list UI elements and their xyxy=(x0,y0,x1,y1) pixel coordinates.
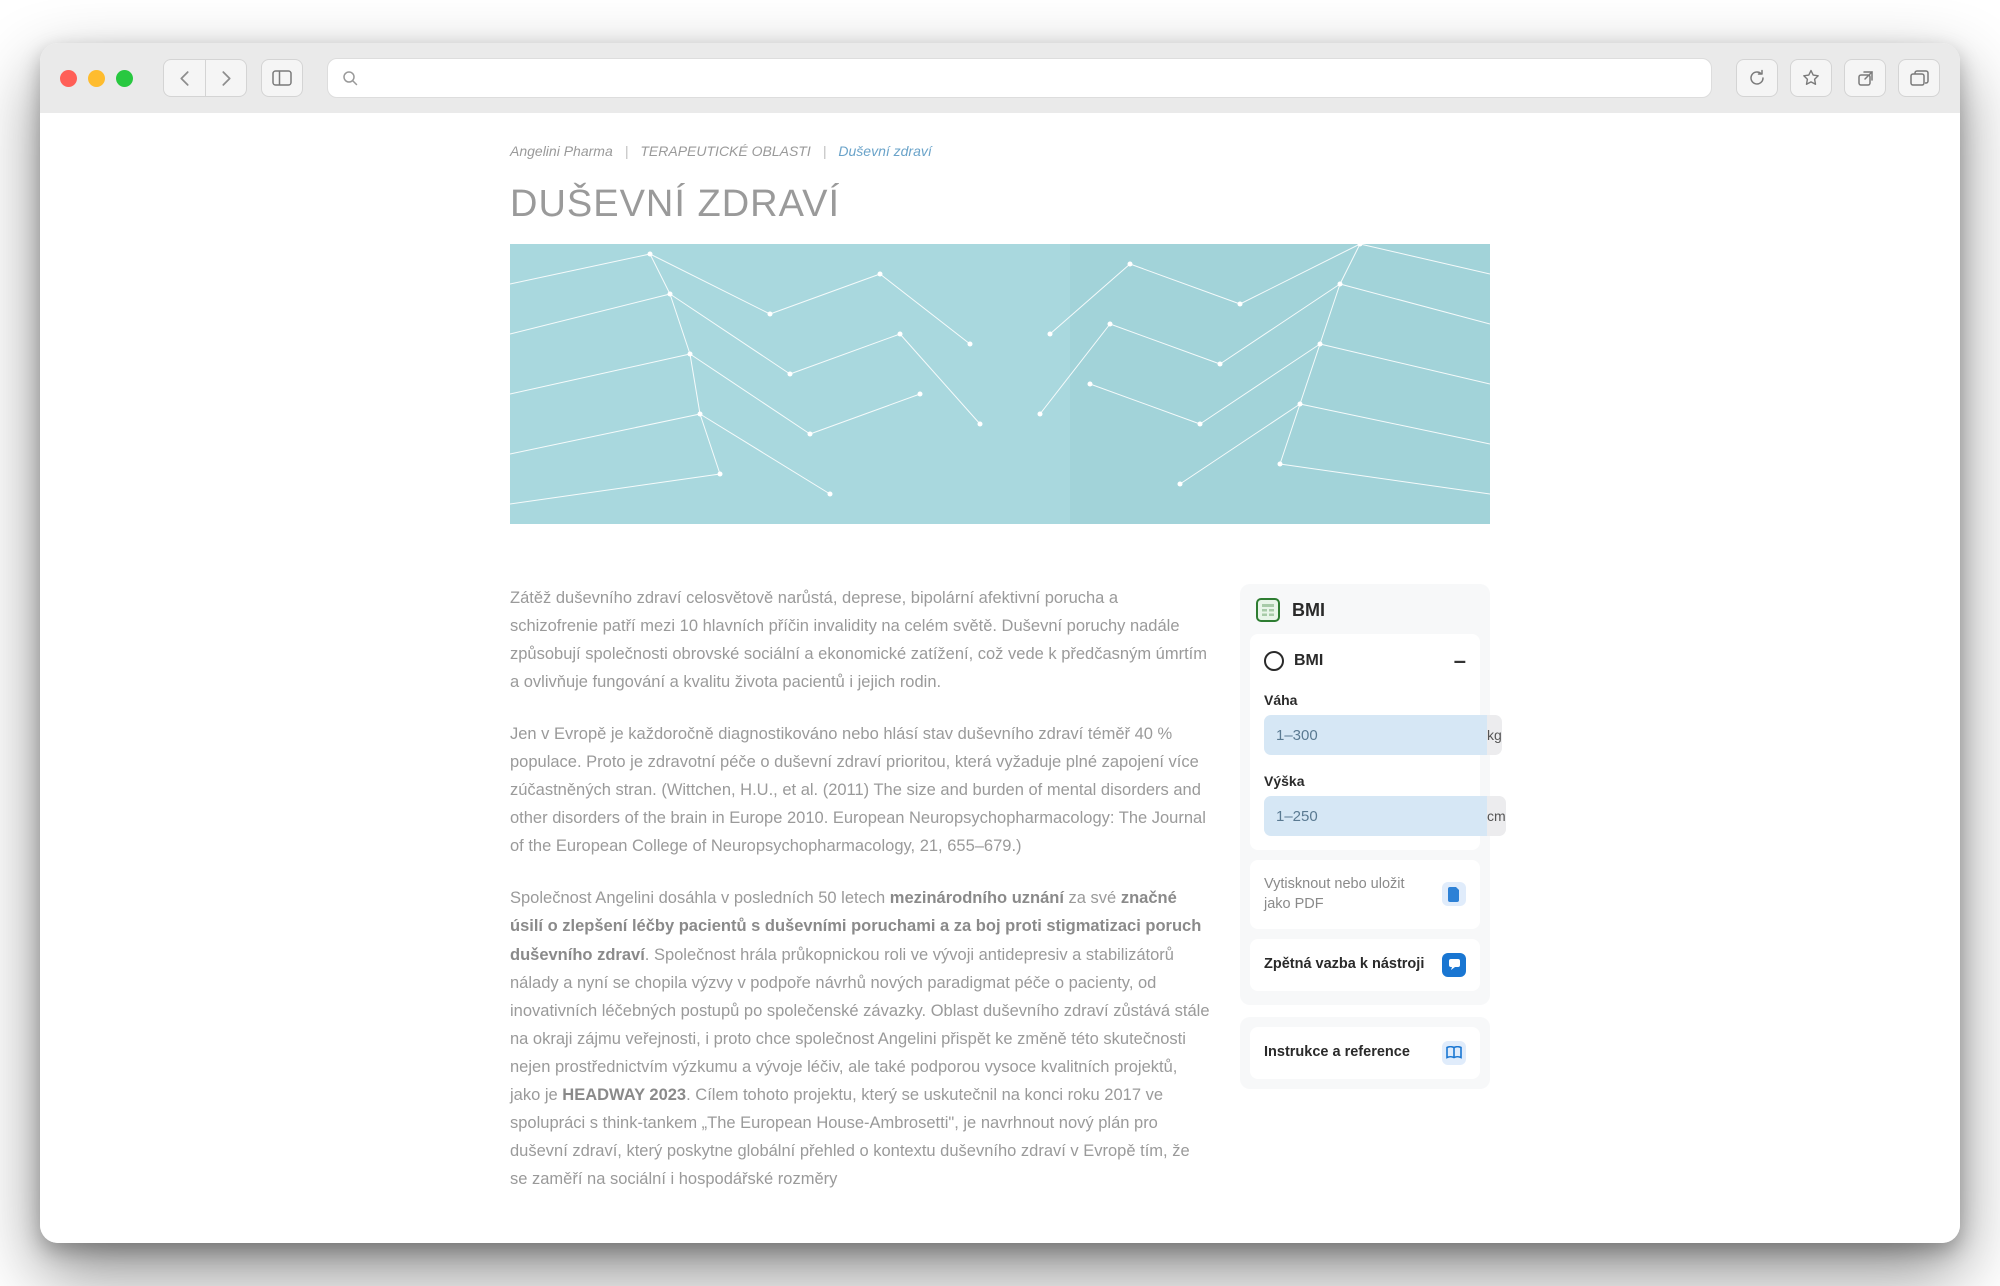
address-bar[interactable] xyxy=(327,58,1712,98)
print-pdf-action[interactable]: Vytisknout nebo uložit jako PDF xyxy=(1250,860,1480,929)
collapse-icon[interactable]: – xyxy=(1454,648,1466,674)
browser-window: Angelini Pharma | TERAPEUTICKÉ OBLASTI |… xyxy=(40,43,1960,1243)
chat-icon xyxy=(1442,953,1466,977)
weight-field-row: kg xyxy=(1264,715,1466,755)
page-title: DUŠEVNÍ ZDRAVÍ xyxy=(510,183,1490,226)
close-window-button[interactable] xyxy=(60,70,77,87)
card-title: BMI xyxy=(1292,600,1325,621)
height-input[interactable] xyxy=(1264,796,1487,836)
window-controls xyxy=(60,70,133,87)
forward-button[interactable] xyxy=(205,59,247,97)
weight-input[interactable] xyxy=(1264,715,1487,755)
instructions-card: Instrukce a reference xyxy=(1240,1017,1490,1089)
page-content: Angelini Pharma | TERAPEUTICKÉ OBLASTI |… xyxy=(510,113,1490,1217)
minimize-window-button[interactable] xyxy=(88,70,105,87)
height-unit: cm xyxy=(1487,796,1506,836)
page-viewport[interactable]: Angelini Pharma | TERAPEUTICKÉ OBLASTI |… xyxy=(40,113,1960,1243)
document-icon xyxy=(1442,882,1466,906)
book-icon xyxy=(1442,1041,1466,1065)
chevron-left-icon xyxy=(178,70,191,87)
breadcrumb: Angelini Pharma | TERAPEUTICKÉ OBLASTI |… xyxy=(510,143,1490,159)
back-button[interactable] xyxy=(163,59,205,97)
toolbar-right-buttons xyxy=(1736,59,1940,97)
weight-unit: kg xyxy=(1487,715,1502,755)
maximize-window-button[interactable] xyxy=(116,70,133,87)
share-icon xyxy=(1857,70,1874,87)
breadcrumb-item[interactable]: TERAPEUTICKÉ OBLASTI xyxy=(640,143,810,159)
breadcrumb-separator: | xyxy=(625,143,629,159)
feedback-action[interactable]: Zpětná vazba k nástroji xyxy=(1250,939,1480,991)
bmi-section-header[interactable]: BMI – xyxy=(1264,648,1466,674)
weight-label: Váha xyxy=(1264,692,1466,708)
sidebar: BMI BMI – Váha xyxy=(1240,584,1490,1217)
breadcrumb-separator: | xyxy=(823,143,827,159)
feedback-label: Zpětná vazba k nástroji xyxy=(1264,954,1432,974)
browser-toolbar xyxy=(40,43,1960,113)
tabs-icon xyxy=(1910,70,1929,86)
breadcrumb-item[interactable]: Angelini Pharma xyxy=(510,143,613,159)
reload-icon xyxy=(1748,69,1766,87)
card-header: BMI xyxy=(1240,598,1490,622)
article-paragraph: Jen v Evropě je každoročně diagnostiková… xyxy=(510,720,1210,860)
article-paragraph: Společnost Angelini dosáhla v posledních… xyxy=(510,884,1210,1193)
sidebar-toggle-button[interactable] xyxy=(261,59,303,97)
hero-image xyxy=(510,244,1490,524)
height-label: Výška xyxy=(1264,773,1466,789)
bmi-calculator-card: BMI BMI – Váha xyxy=(1240,584,1490,1005)
star-icon xyxy=(1802,69,1820,87)
bmi-section: BMI – Váha kg Výška xyxy=(1250,634,1480,850)
instructions-action[interactable]: Instrukce a reference xyxy=(1250,1027,1480,1079)
share-button[interactable] xyxy=(1844,59,1886,97)
article-paragraph: Zátěž duševního zdraví celosvětově narůs… xyxy=(510,584,1210,696)
breadcrumb-current: Duševní zdraví xyxy=(838,143,931,159)
nav-buttons xyxy=(163,59,247,97)
height-field-row: cm xyxy=(1264,796,1466,836)
sidebar-icon xyxy=(272,70,292,86)
print-pdf-label: Vytisknout nebo uložit jako PDF xyxy=(1264,874,1432,915)
search-icon xyxy=(342,70,358,86)
calculator-icon xyxy=(1256,598,1280,622)
chevron-right-icon xyxy=(220,70,233,87)
network-illustration xyxy=(510,244,1490,524)
bookmark-button[interactable] xyxy=(1790,59,1832,97)
tabs-button[interactable] xyxy=(1898,59,1940,97)
reload-button[interactable] xyxy=(1736,59,1778,97)
article-body: Zátěž duševního zdraví celosvětově narůs… xyxy=(510,584,1210,1217)
main-row: Zátěž duševního zdraví celosvětově narůs… xyxy=(510,584,1490,1217)
bmi-section-label: BMI xyxy=(1294,652,1323,670)
radio-icon xyxy=(1264,651,1284,671)
instructions-label: Instrukce a reference xyxy=(1264,1042,1432,1062)
